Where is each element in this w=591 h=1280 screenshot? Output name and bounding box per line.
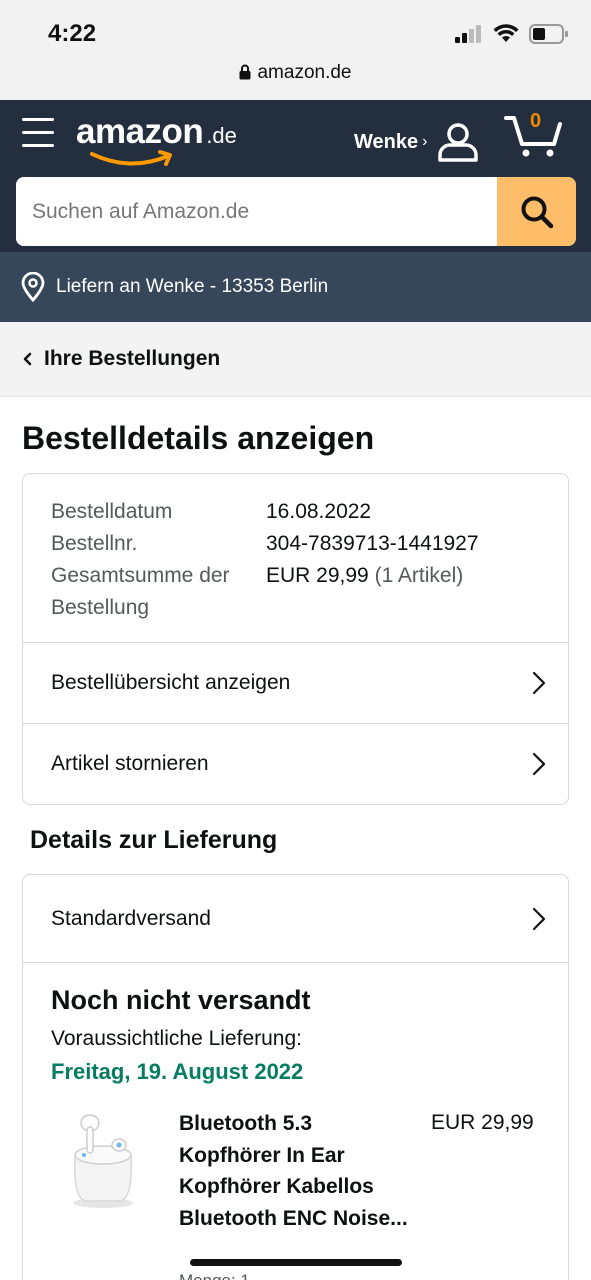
order-total-label: Gesamtsumme der Bestellung: [51, 564, 230, 619]
wifi-icon: [493, 24, 519, 42]
order-number-value: 304-7839713-1441927: [266, 532, 479, 555]
cart-count: 0: [530, 110, 542, 132]
chevron-right-icon: [532, 671, 546, 695]
deliver-to-text: Liefern an Wenke - 13353 Berlin: [56, 276, 329, 297]
menu-icon[interactable]: [22, 118, 54, 150]
account-name: Wenke: [354, 130, 419, 153]
page-title: Bestelldetails anzeigen: [22, 420, 375, 456]
deliver-to-bar[interactable]: Liefern an Wenke - 13353 Berlin: [0, 252, 591, 322]
search-button[interactable]: [497, 177, 576, 246]
logo-text: amazon: [76, 112, 204, 151]
logo-tld: .de: [206, 123, 237, 148]
delivery-section-title: Details zur Lieferung: [30, 826, 278, 854]
view-order-summary-label: Bestellübersicht anzeigen: [51, 671, 291, 694]
search-input[interactable]: [16, 177, 496, 246]
order-info: Bestelldatum 16.08.2022 Bestellnr. 304-7…: [51, 496, 551, 624]
address-bar[interactable]: amazon.de: [0, 62, 591, 84]
shipment-status: Noch nicht versandt: [51, 985, 311, 1015]
order-summary-card: Bestelldatum 16.08.2022 Bestellnr. 304-7…: [22, 473, 569, 805]
chevron-left-icon: [23, 352, 32, 366]
breadcrumb[interactable]: Ihre Bestellungen: [0, 322, 591, 397]
expected-delivery-label: Voraussichtliche Lieferung:: [51, 1027, 302, 1050]
user-icon: [438, 123, 479, 162]
order-total-value-wrap: EUR 29,99 (1 Artikel): [266, 560, 463, 624]
product-title[interactable]: Bluetooth 5.3 Kopfhörer In Ear Kopfhörer…: [179, 1108, 419, 1234]
amazon-logo[interactable]: amazon .de: [76, 112, 237, 166]
cancel-items-link[interactable]: Artikel stornieren: [23, 723, 568, 804]
battery-icon: [529, 24, 568, 44]
order-total-items: (1 Artikel): [374, 564, 464, 587]
view-order-summary-link[interactable]: Bestellübersicht anzeigen: [23, 642, 568, 723]
shipping-method-label: Standardversand: [51, 906, 211, 930]
order-date-value: 16.08.2022: [266, 500, 372, 523]
logo-smile-icon: [90, 150, 172, 166]
product-price: EUR 29,99: [431, 1111, 534, 1134]
order-total-value: EUR 29,99: [266, 564, 369, 587]
breadcrumb-label: Ihre Bestellungen: [44, 347, 221, 370]
location-pin-icon: [21, 272, 45, 302]
status-icons: [455, 24, 569, 44]
lock-icon: [239, 64, 251, 80]
expected-delivery-date: Freitag, 19. August 2022: [51, 1059, 304, 1084]
status-bar: 4:22 amazon.de: [0, 0, 591, 100]
search-bar: [16, 177, 576, 246]
cart-button[interactable]: 0: [504, 110, 564, 158]
status-time: 4:22: [48, 20, 97, 47]
address-url: amazon.de: [257, 62, 352, 83]
signal-icon: [455, 25, 481, 43]
account-link[interactable]: Wenke ›: [354, 122, 479, 162]
order-total-row: Gesamtsumme der Bestellung EUR 29,99 (1 …: [51, 560, 551, 624]
delivery-card: Standardversand Noch nicht versandt Vora…: [22, 874, 569, 1280]
order-date-label: Bestelldatum: [51, 500, 173, 523]
home-indicator[interactable]: [190, 1259, 402, 1266]
order-date-row: Bestelldatum 16.08.2022: [51, 496, 551, 528]
order-number-label: Bestellnr.: [51, 532, 138, 555]
chevron-right-icon: [532, 907, 546, 930]
product-image[interactable]: [63, 1105, 143, 1215]
cancel-items-label: Artikel stornieren: [51, 752, 209, 775]
shipping-method-link[interactable]: Standardversand: [23, 875, 568, 963]
amazon-header: amazon .de Wenke › 0: [0, 100, 591, 252]
order-number-row: Bestellnr. 304-7839713-1441927: [51, 528, 551, 560]
product-quantity: Menge: 1: [179, 1271, 250, 1280]
search-icon: [521, 196, 553, 228]
chevron-right-icon: [532, 752, 546, 776]
account-caret: ›: [422, 133, 428, 150]
